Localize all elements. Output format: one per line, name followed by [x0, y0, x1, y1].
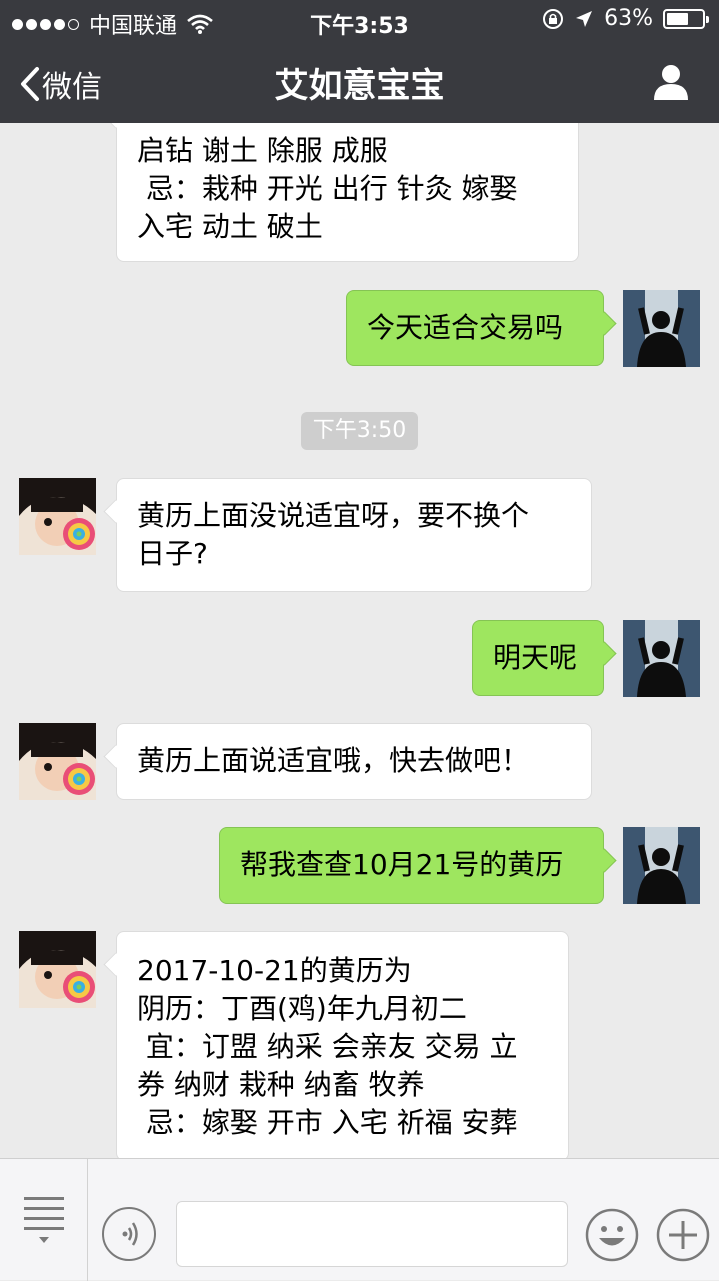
input-bar: [0, 1158, 719, 1281]
message-bubble-incoming[interactable]: 黄历上面没说适宜呀，要不换个 日子?: [116, 478, 592, 592]
avatar-me[interactable]: [623, 290, 700, 367]
divider: [87, 1159, 88, 1281]
top-bar: 中国联通 下午3:53 63% 微信 艾如意宝宝: [0, 0, 719, 123]
message-bubble-outgoing[interactable]: 帮我查查10月21号的黄历: [219, 827, 604, 904]
battery-percent: 63%: [604, 6, 653, 31]
user-avatar-image: [623, 620, 700, 697]
bot-avatar-image: [19, 478, 96, 555]
message-text: 黄历上面说适宜哦，快去做吧！: [137, 744, 530, 777]
chat-title: 艾如意宝宝: [274, 66, 445, 106]
user-avatar-image: [623, 290, 700, 367]
message-text: 明天呢: [493, 641, 578, 674]
plus-icon[interactable]: [655, 1207, 711, 1263]
chat-area[interactable]: 启钻 谢土 除服 成服 忌：栽种 开光 出行 针灸 嫁娶 入宅 动土 破土 今天…: [0, 123, 719, 1158]
location-arrow-icon: [576, 10, 593, 27]
list-menu-icon[interactable]: [20, 1185, 68, 1245]
user-avatar-image: [623, 827, 700, 904]
battery-icon: [663, 8, 709, 29]
avatar-bot[interactable]: [19, 723, 96, 800]
status-right-group: 63%: [542, 6, 709, 31]
smile-icon[interactable]: [584, 1207, 640, 1263]
message-text: 今天适合交易吗: [367, 311, 564, 344]
message-bubble-incoming[interactable]: 启钻 谢土 除服 成服 忌：栽种 开光 出行 针灸 嫁娶 入宅 动土 破土: [116, 123, 579, 262]
timestamp-divider: 下午3:50: [301, 412, 418, 450]
message-bubble-incoming[interactable]: 2017-10-21的黄历为 阴历：丁酉(鸡)年九月初二 宜：订盟 纳采 会亲友…: [116, 931, 569, 1158]
voice-icon: [122, 1222, 138, 1246]
bot-avatar-image: [19, 723, 96, 800]
avatar-bot[interactable]: [19, 478, 96, 555]
bot-avatar-image: [19, 931, 96, 1008]
back-label: 微信: [42, 70, 102, 105]
chevron-left-icon: [21, 67, 39, 101]
status-bar: 中国联通 下午3:53 63%: [0, 0, 719, 40]
nav-bar: 微信 艾如意宝宝: [0, 40, 719, 123]
back-button[interactable]: 微信: [18, 62, 102, 106]
message-input[interactable]: [176, 1201, 568, 1267]
message-bubble-outgoing[interactable]: 今天适合交易吗: [346, 290, 604, 366]
message-text: 2017-10-21的黄历为 阴历：丁酉(鸡)年九月初二 宜：订盟 纳采 会亲友…: [137, 954, 518, 1139]
message-text: 帮我查查10月21号的黄历: [240, 848, 564, 881]
avatar-bot[interactable]: [19, 931, 96, 1008]
voice-button[interactable]: [102, 1207, 156, 1261]
rotation-lock-icon: [543, 8, 564, 29]
person-icon[interactable]: [651, 62, 691, 102]
message-bubble-incoming[interactable]: 黄历上面说适宜哦，快去做吧！: [116, 723, 592, 800]
message-bubble-outgoing[interactable]: 明天呢: [472, 620, 604, 696]
message-text: 启钻 谢土 除服 成服 忌：栽种 开光 出行 针灸 嫁娶 入宅 动土 破土: [137, 134, 518, 243]
avatar-me[interactable]: [623, 827, 700, 904]
message-text: 黄历上面没说适宜呀，要不换个 日子?: [137, 499, 530, 570]
avatar-me[interactable]: [623, 620, 700, 697]
